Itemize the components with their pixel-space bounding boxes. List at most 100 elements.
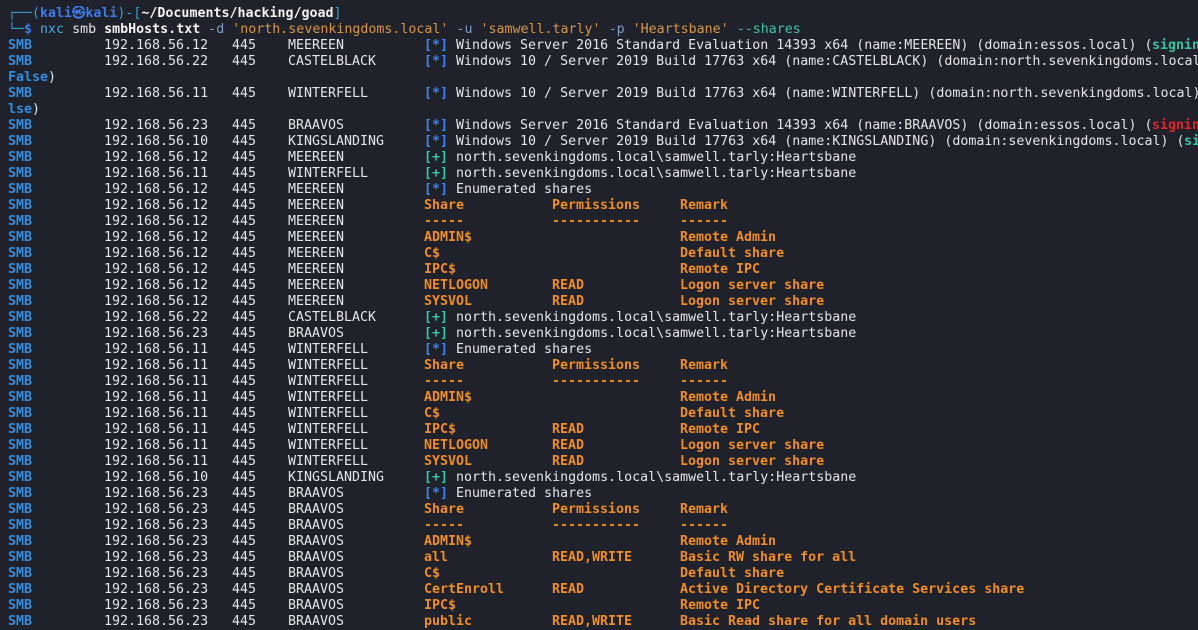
output-line: SMB 192.168.56.12 445 MEEREEN [+] north.seven…	[8, 150, 1198, 166]
module-label: SMB	[8, 246, 33, 261]
info-tag: [*]	[424, 486, 449, 501]
ip-address: 192.168.56.23	[104, 502, 209, 517]
ip-address: 192.168.56.23	[104, 518, 209, 533]
port: 445	[232, 150, 257, 165]
port: 445	[232, 358, 257, 373]
hostname: WINTERFELL	[288, 166, 369, 181]
ip-address: 192.168.56.11	[104, 454, 209, 469]
module-label: SMB	[8, 534, 33, 549]
command-flag: -d	[208, 22, 225, 37]
share-row: SMB 192.168.56.12 445 MEEREEN IPC$ Remote IPC	[8, 262, 1198, 278]
info-tag: [*]	[424, 182, 449, 197]
module-label: SMB	[8, 150, 33, 165]
hostname: BRAAVOS	[288, 614, 345, 629]
module-label: SMB	[8, 214, 33, 229]
share-name: IPC$	[424, 422, 457, 437]
terminal-output[interactable]: ┌──(kali㉿kali)-[~/Documents/hacking/goad…	[8, 6, 1198, 630]
share-row: SMB 192.168.56.23 445 BRAAVOS IPC$ Remote IPC	[8, 598, 1198, 614]
ip-address: 192.168.56.12	[104, 294, 209, 309]
module-label: SMB	[8, 118, 33, 133]
share-permissions: READ	[552, 582, 585, 597]
output-line: SMB 192.168.56.22 445 CASTELBLACK [+] north.s…	[8, 310, 1198, 326]
module-label: SMB	[8, 566, 33, 581]
hostname: MEEREEN	[288, 214, 345, 229]
share-name: NETLOGON	[424, 278, 489, 293]
share-remark: Basic RW share for all	[680, 550, 857, 565]
port: 445	[232, 262, 257, 277]
share-name: Share	[424, 198, 465, 213]
ip-address: 192.168.56.23	[104, 582, 209, 597]
module-label: SMB	[8, 294, 33, 309]
module-label: SMB	[8, 454, 33, 469]
message-text: Windows 10 / Server 2019 Build 17763 x64…	[456, 54, 1198, 69]
port: 445	[232, 198, 257, 213]
output-line: SMB 192.168.56.22 445 CASTELBLACK [*] Windows…	[8, 54, 1198, 70]
share-name: public	[424, 614, 473, 629]
output-line: SMB 192.168.56.11 445 WINTERFELL [*] Windows …	[8, 86, 1198, 102]
module-label: SMB	[8, 406, 33, 421]
module-label: SMB	[8, 550, 33, 565]
wrapped-line: False)	[8, 70, 1198, 86]
port: 445	[232, 374, 257, 389]
port: 445	[232, 230, 257, 245]
ip-address: 192.168.56.12	[104, 278, 209, 293]
hostname: MEEREEN	[288, 278, 345, 293]
port: 445	[232, 214, 257, 229]
hostname: MEEREEN	[288, 38, 345, 53]
share-remark: ------	[680, 214, 729, 229]
prompt-frame: )-[	[117, 6, 142, 21]
module-label: SMB	[8, 262, 33, 277]
command-shares-flag: --shares	[736, 22, 801, 37]
wrapped-text: lse	[8, 102, 33, 117]
ip-address: 192.168.56.11	[104, 438, 209, 453]
message-text: north.sevenkingdoms.local\samwell.tarly:…	[456, 470, 857, 485]
message-text: Enumerated shares	[456, 486, 593, 501]
port: 445	[232, 294, 257, 309]
share-remark: Remote IPC	[680, 598, 761, 613]
hostname: WINTERFELL	[288, 438, 369, 453]
hostname: BRAAVOS	[288, 326, 345, 341]
ip-address: 192.168.56.11	[104, 374, 209, 389]
ip-address: 192.168.56.23	[104, 566, 209, 581]
port: 445	[232, 534, 257, 549]
port: 445	[232, 470, 257, 485]
share-permissions: -----------	[552, 518, 641, 533]
prompt-symbol: $	[24, 22, 33, 37]
share-row: SMB 192.168.56.11 445 WINTERFELL SYSVOL READ L…	[8, 454, 1198, 470]
port: 445	[232, 38, 257, 53]
share-row: SMB 192.168.56.23 445 BRAAVOS Share Permissio…	[8, 502, 1198, 518]
ip-address: 192.168.56.23	[104, 118, 209, 133]
command-target: smbHosts.txt	[104, 22, 201, 37]
port: 445	[232, 182, 257, 197]
command-flag: -u	[456, 22, 473, 37]
port: 445	[232, 614, 257, 629]
share-row: SMB 192.168.56.12 445 MEEREEN ----- ---------…	[8, 214, 1198, 230]
share-name: SYSVOL	[424, 294, 473, 309]
message-text: north.sevenkingdoms.local\samwell.tarly:…	[456, 150, 857, 165]
ip-address: 192.168.56.12	[104, 214, 209, 229]
message-text: Windows Server 2016 Standard Evaluation …	[456, 118, 1153, 133]
ip-address: 192.168.56.22	[104, 310, 209, 325]
info-tag: [*]	[424, 118, 449, 133]
ip-address: 192.168.56.23	[104, 598, 209, 613]
module-label: SMB	[8, 198, 33, 213]
hostname: MEEREEN	[288, 198, 345, 213]
port: 445	[232, 118, 257, 133]
command-line[interactable]: └─$ nxc smb smbHosts.txt -d 'north.seven…	[8, 22, 1198, 38]
share-name: C$	[424, 406, 441, 421]
module-label: SMB	[8, 486, 33, 501]
share-remark: Default share	[680, 246, 785, 261]
hostname: BRAAVOS	[288, 582, 345, 597]
share-permissions: READ	[552, 422, 585, 437]
share-permissions: -----------	[552, 214, 641, 229]
share-permissions: READ	[552, 278, 585, 293]
share-row: SMB 192.168.56.23 445 BRAAVOS CertEnroll READ…	[8, 582, 1198, 598]
hostname: MEEREEN	[288, 294, 345, 309]
share-name: C$	[424, 566, 441, 581]
share-row: SMB 192.168.56.11 445 WINTERFELL IPC$ READ Rem…	[8, 422, 1198, 438]
module-label: SMB	[8, 86, 33, 101]
hostname: WINTERFELL	[288, 358, 369, 373]
prompt-frame: ┌──(	[8, 6, 41, 21]
output-line: SMB 192.168.56.11 445 WINTERFELL [+] north.se…	[8, 166, 1198, 182]
port: 445	[232, 326, 257, 341]
